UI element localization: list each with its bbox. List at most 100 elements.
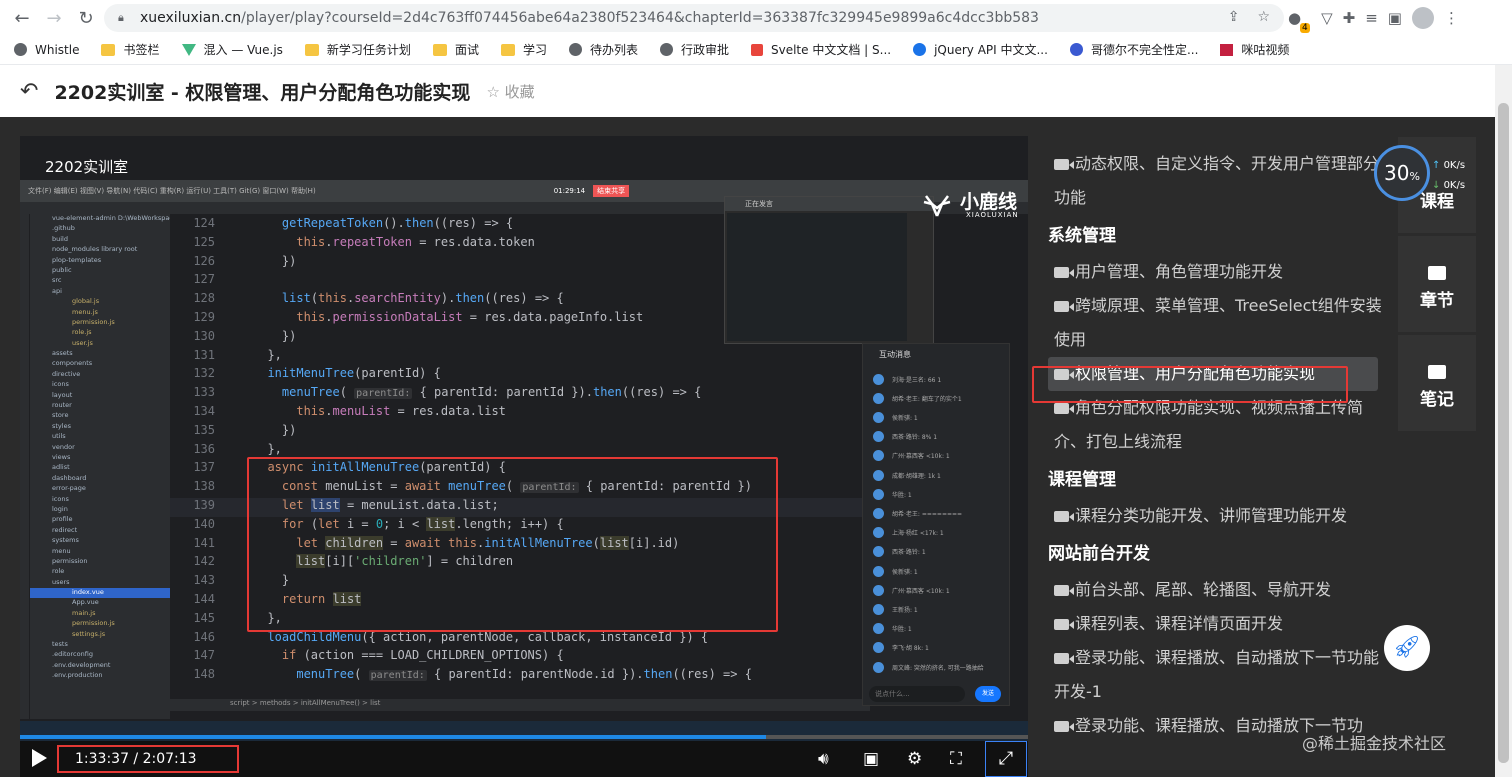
bookmark-item[interactable]: Svelte 中文文档 | S...: [751, 41, 891, 58]
chat-text: 华胜: 1: [892, 626, 912, 634]
tree-item: profile: [52, 515, 73, 524]
volume-icon[interactable]: 🔊︎: [818, 749, 829, 769]
chat-avatar: [873, 411, 884, 423]
browser-toolbar: ← → ↻ 🔒︎ xuexiluxian.cn/player/play?cour…: [0, 0, 1512, 35]
bookmark-item[interactable]: 待办列表: [568, 41, 638, 58]
tree-item: permission.js: [72, 317, 115, 326]
globe-icon: [568, 43, 582, 56]
bookmark-label: 书签栏: [123, 43, 160, 57]
video-camera-icon: [1054, 511, 1074, 522]
chat-avatar: [873, 642, 884, 654]
video-camera-icon: [1054, 653, 1074, 664]
chapter-item[interactable]: 前台头部、尾部、轮播图、导航开发: [1054, 573, 1384, 607]
back-arrow-icon[interactable]: ↶: [20, 79, 38, 104]
tree-item: systems: [52, 536, 79, 545]
puzzle-icon[interactable]: ✚: [1343, 9, 1356, 27]
chat-text: 华胜: 1: [892, 491, 912, 499]
extension-v-icon[interactable]: ▽: [1321, 9, 1333, 27]
chapter-item[interactable]: 课程分类功能开发、讲师管理功能开发: [1054, 499, 1384, 533]
bookmark-item[interactable]: 新学习任务计划: [304, 41, 411, 58]
chat-message: 刘海·是三名: 66 1: [873, 370, 941, 388]
profile-avatar[interactable]: [1411, 7, 1434, 29]
fullscreen-icon[interactable]: ⤢: [985, 741, 1027, 777]
chapter-item[interactable]: 跨域原理、菜单管理、TreeSelect组件安装使用: [1054, 289, 1384, 357]
bookmark-item[interactable]: 面试: [432, 41, 479, 58]
tree-item: user.js: [72, 338, 93, 347]
favorite-button[interactable]: ☆ 收藏: [486, 81, 534, 102]
folder-icon: [432, 43, 447, 56]
sidepanel-icon[interactable]: ▣: [1388, 9, 1402, 27]
chapter-item[interactable]: 用户管理、角色管理功能开发: [1054, 255, 1384, 289]
forward-icon[interactable]: →: [38, 2, 70, 34]
video-camera-icon: [1054, 403, 1074, 414]
bookmark-label: 哥德尔不完全性定...: [1090, 43, 1199, 57]
back-to-top-rocket-icon[interactable]: 🚀︎: [1384, 625, 1430, 671]
tree-item: src: [52, 276, 62, 285]
chat-text: 刘海·是三名: 66 1: [892, 376, 942, 384]
chat-message: 华胜: 1: [873, 485, 912, 503]
page-scrollbar[interactable]: [1495, 65, 1512, 777]
speed-gauge: 30%: [1374, 145, 1430, 201]
tree-item: .editorconfig: [52, 650, 93, 659]
tree-item: plop-templates: [52, 255, 102, 264]
tree-item: menu.js: [72, 307, 98, 316]
settings-gear-icon[interactable]: ⚙: [907, 749, 922, 769]
tree-item: menu: [52, 546, 71, 555]
line-number: 140: [193, 516, 215, 531]
web-fullscreen-icon[interactable]: ⛶: [950, 749, 962, 769]
chat-avatar: [873, 623, 884, 635]
extension-ghost-icon[interactable]: ● 4: [1288, 9, 1310, 33]
back-icon[interactable]: ←: [6, 2, 38, 34]
chapter-label: 动态权限、自定义指令、开发用户管理部分功能: [1054, 154, 1380, 207]
chapter-item[interactable]: 动态权限、自定义指令、开发用户管理部分功能: [1054, 147, 1384, 215]
code-text: }): [253, 422, 297, 437]
tree-item: router: [52, 401, 72, 410]
pip-icon[interactable]: ▣: [863, 749, 879, 769]
bookmark-item[interactable]: 行政审批: [659, 41, 729, 58]
video-progress-bar[interactable]: [20, 735, 1028, 739]
share-icon[interactable]: ⇪: [1228, 9, 1240, 25]
chat-input: 说点什么...: [869, 686, 965, 702]
tab-chapter[interactable]: 章节: [1398, 236, 1476, 332]
bookmark-item[interactable]: 哥德尔不完全性定...: [1069, 41, 1199, 58]
tab-notes[interactable]: 笔记: [1398, 335, 1476, 431]
bookmark-item[interactable]: 书签栏: [101, 41, 160, 58]
play-icon[interactable]: [32, 749, 47, 767]
highlight-box-active-chapter: [1032, 366, 1348, 403]
bookmark-item[interactable]: 学习: [500, 41, 547, 58]
bookmarks-bar: Whistle 书签栏 混入 — Vue.js 新学习任务计划 面试 学习 待办列表 行政审批…: [0, 35, 1512, 65]
tree-item: icons: [52, 380, 69, 389]
code-text: this.repeatToken = res.data.token: [296, 234, 535, 249]
tree-item: permission.js: [72, 619, 115, 628]
address-bar[interactable]: 🔒︎ xuexiluxian.cn/player/play?courseId=2…: [104, 4, 1284, 32]
speaker-screen-thumbnail: [727, 213, 907, 341]
scrollbar-thumb[interactable]: [1498, 103, 1509, 763]
line-number: 132: [193, 366, 215, 381]
tree-item: tests: [52, 640, 68, 649]
logo-text-en: XIAOLUXIAN: [966, 211, 1019, 219]
chat-message: 上海·杨红 <17k: 1: [873, 524, 944, 542]
chapter-item[interactable]: 登录功能、课程播放、自动播放下一节功能开发-1: [1054, 641, 1384, 709]
chat-text: 李飞·胡 8k: 1: [892, 645, 929, 653]
line-number: 146: [193, 629, 215, 644]
deer-logo-icon: [923, 195, 951, 217]
reload-icon[interactable]: ↻: [70, 2, 102, 34]
chat-message: 广州·慕西客 <10k: 1: [873, 447, 950, 465]
bookmark-item[interactable]: Whistle: [14, 43, 79, 57]
tree-item: public: [52, 265, 72, 274]
menu-dots-icon[interactable]: ⋮: [1444, 9, 1459, 27]
bookmark-item[interactable]: jQuery API 中文文...: [913, 41, 1048, 58]
chapter-item[interactable]: 课程列表、课程详情页面开发: [1054, 607, 1384, 641]
line-number: 126: [193, 253, 215, 268]
bookmark-item[interactable]: 混入 — Vue.js: [181, 41, 283, 58]
reading-list-icon[interactable]: ≡: [1365, 9, 1378, 27]
bookmark-item[interactable]: 咪咕视频: [1220, 41, 1289, 58]
chat-text: 侯新骐: 1: [892, 414, 918, 422]
tree-item: utils: [52, 432, 66, 441]
star-icon[interactable]: ☆: [1257, 9, 1270, 25]
video-camera-icon: [1054, 159, 1074, 170]
chat-text: 侯新骐: 1: [892, 568, 918, 576]
video-frame[interactable]: 2202实训室 文件(F) 编辑(E) 视图(V) 导航(N) 代码(C) 重构…: [20, 136, 1028, 741]
video-camera-icon: [1054, 619, 1074, 630]
line-number: 143: [193, 573, 215, 588]
